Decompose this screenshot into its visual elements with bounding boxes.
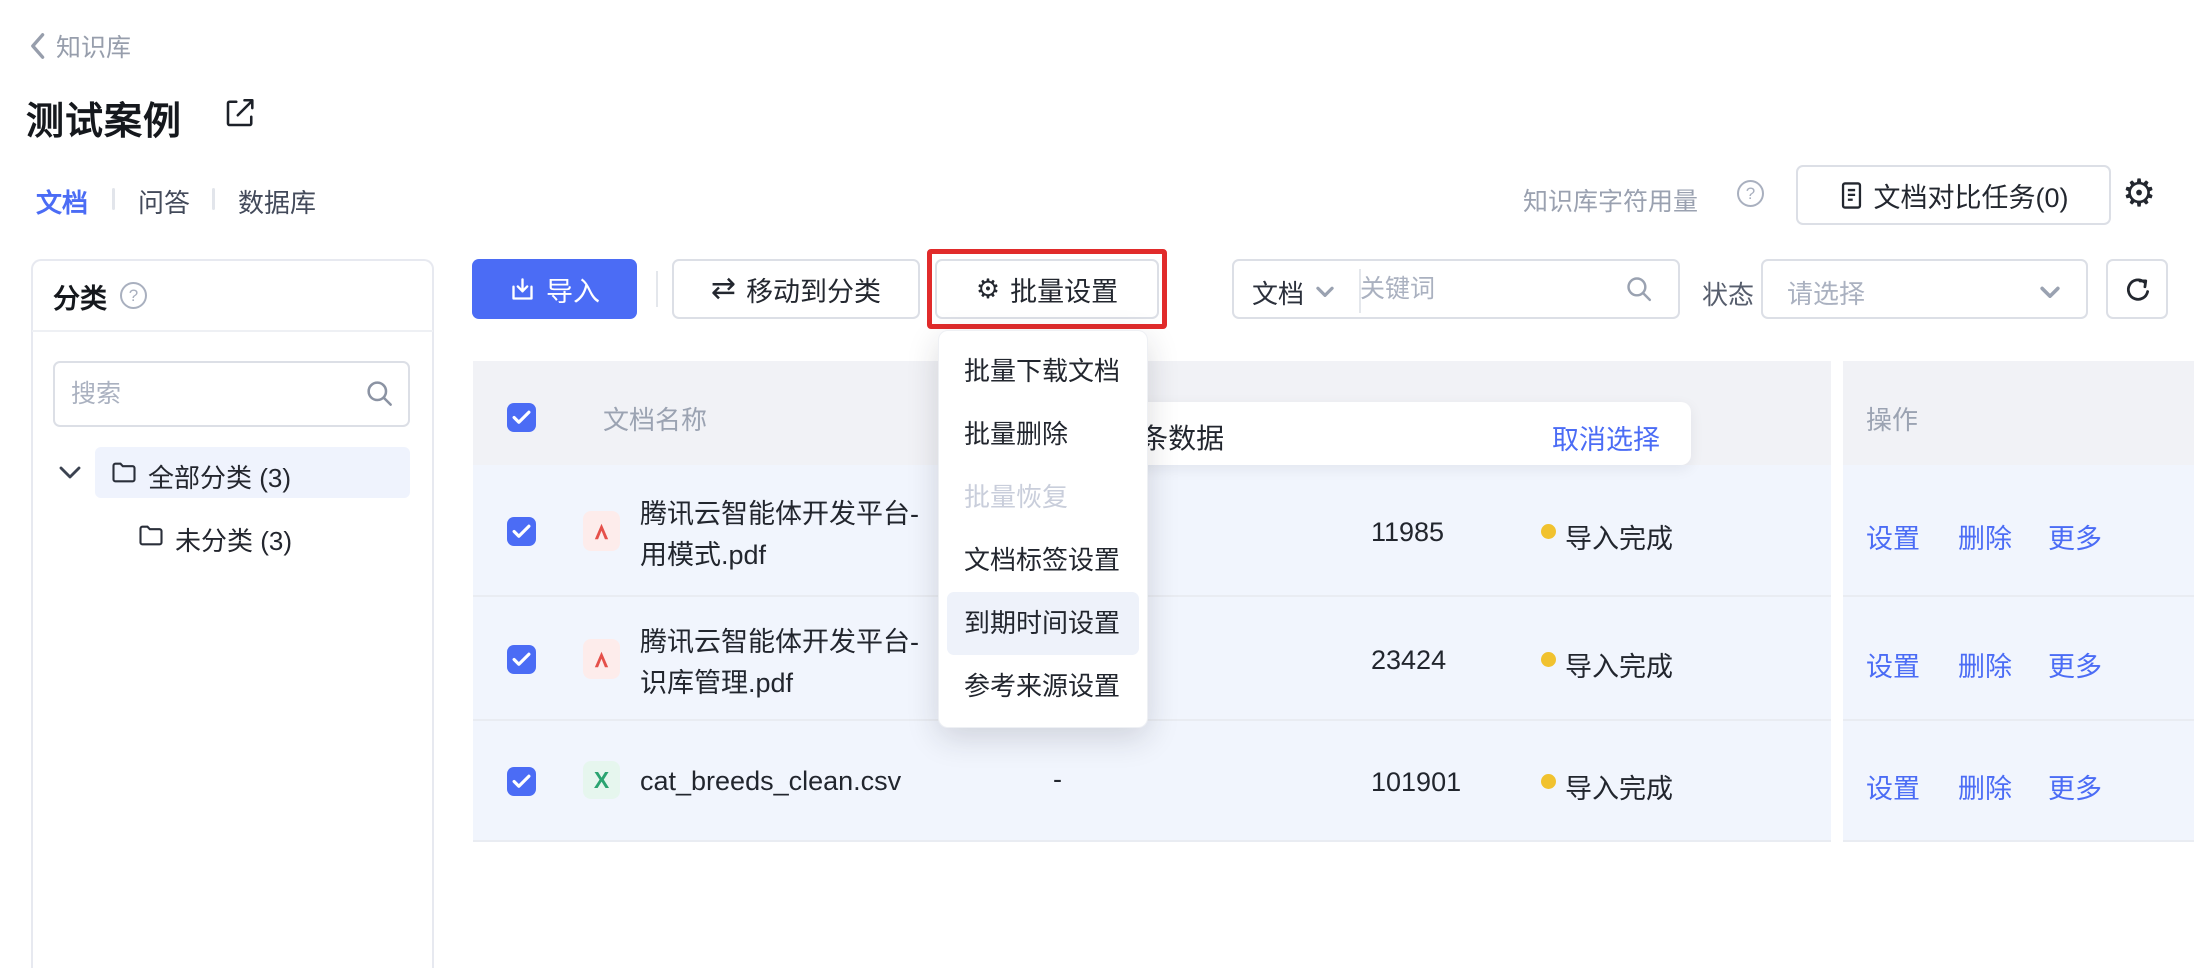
menu-item-batch-delete[interactable]: 批量删除 — [947, 403, 1139, 466]
doc-compare-task-label: 文档对比任务(0) — [1874, 176, 2069, 215]
status-text: 导入完成 — [1565, 517, 1673, 556]
status-select-placeholder: 请选择 — [1787, 274, 1865, 311]
chevron-down-icon[interactable] — [58, 465, 82, 480]
menu-item-reference-source-settings[interactable]: 参考来源设置 — [947, 655, 1139, 718]
row-action-settings[interactable]: 设置 — [1866, 517, 1920, 556]
import-icon — [509, 276, 536, 303]
tag-empty-dash: - — [1053, 764, 1062, 795]
row-action-more[interactable]: 更多 — [2048, 517, 2102, 556]
file-name-line2[interactable]: 用模式.pdf — [640, 533, 766, 572]
import-button[interactable]: 导入 — [472, 259, 637, 319]
chevron-left-icon — [28, 32, 46, 60]
menu-item-doc-tag-settings[interactable]: 文档标签设置 — [947, 529, 1139, 592]
row-checkbox[interactable] — [507, 645, 536, 674]
row-action-delete[interactable]: 删除 — [1958, 645, 2012, 684]
folder-icon — [137, 521, 165, 549]
edit-title-icon[interactable] — [222, 95, 258, 136]
row-action-more[interactable]: 更多 — [2048, 645, 2102, 684]
menu-item-batch-download[interactable]: 批量下载文档 — [947, 340, 1139, 403]
kb-usage-label: 知识库字符用量 — [1523, 182, 1698, 218]
move-arrows-icon: ⇄ — [711, 274, 736, 304]
tab-divider — [212, 188, 215, 210]
check-icon — [512, 410, 531, 425]
row-action-more[interactable]: 更多 — [2048, 767, 2102, 806]
batch-settings-button[interactable]: ⚙ 批量设置 — [935, 259, 1159, 319]
toolbar-divider — [656, 271, 658, 307]
tab-database[interactable]: 数据库 — [238, 183, 316, 220]
chevron-down-icon — [1316, 286, 1334, 297]
file-name[interactable]: cat_breeds_clean.csv — [640, 766, 901, 797]
row-action-settings[interactable]: 设置 — [1866, 645, 1920, 684]
import-label: 导入 — [546, 270, 600, 309]
column-header-actions: 操作 — [1866, 400, 1918, 437]
status-filter-label: 状态 — [1702, 275, 1754, 312]
char-count: 101901 — [1371, 767, 1461, 798]
usage-help-icon[interactable]: ? — [1737, 180, 1764, 207]
pdf-file-icon — [583, 639, 620, 679]
gear-icon: ⚙ — [976, 276, 1000, 303]
keyword-input[interactable] — [1360, 261, 1610, 317]
csv-file-icon: X — [583, 761, 620, 799]
status-text: 导入完成 — [1565, 645, 1673, 684]
page-title: 测试案例 — [26, 90, 182, 145]
batch-settings-menu: 批量下载文档 批量删除 批量恢复 文档标签设置 到期时间设置 参考来源设置 — [938, 330, 1148, 728]
select-all-checkbox[interactable] — [507, 403, 536, 432]
file-name-line1[interactable]: 腾讯云智能体开发平台- — [640, 620, 919, 659]
file-name-line2[interactable]: 识库管理.pdf — [640, 661, 793, 700]
breadcrumb-back[interactable]: 知识库 — [28, 28, 131, 64]
breadcrumb-label: 知识库 — [56, 28, 131, 64]
category-search-box — [53, 361, 410, 427]
column-header-name: 文档名称 — [603, 400, 707, 437]
search-icon[interactable] — [1624, 274, 1655, 305]
category-title: 分类 — [53, 277, 107, 316]
status-dot — [1541, 774, 1556, 789]
tree-node-all-label[interactable]: 全部分类 (3) — [148, 458, 291, 495]
row-action-settings[interactable]: 设置 — [1866, 767, 1920, 806]
tab-documents[interactable]: 文档 — [36, 183, 88, 220]
chevron-down-icon — [2040, 286, 2060, 298]
category-help-icon[interactable]: ? — [120, 282, 147, 309]
row-action-delete[interactable]: 删除 — [1958, 517, 2012, 556]
char-count: 11985 — [1371, 517, 1444, 548]
status-dot — [1541, 524, 1556, 539]
status-dot — [1541, 652, 1556, 667]
search-type-select[interactable]: 文档 — [1252, 274, 1304, 311]
menu-item-batch-restore: 批量恢复 — [947, 466, 1139, 529]
search-icon — [364, 378, 396, 410]
folder-icon — [110, 458, 138, 486]
settings-gear-icon[interactable]: ⚙ — [2122, 175, 2156, 213]
tab-qa[interactable]: 问答 — [138, 183, 190, 220]
clear-selection-link[interactable]: 取消选择 — [1552, 418, 1660, 457]
row-checkbox[interactable] — [507, 767, 536, 796]
row-checkbox[interactable] — [507, 517, 536, 546]
status-text: 导入完成 — [1565, 767, 1673, 806]
pdf-file-icon — [583, 511, 620, 551]
menu-item-expiry-time-settings[interactable]: 到期时间设置 — [947, 592, 1139, 655]
keyword-input-wrap — [1360, 261, 1610, 317]
status-select[interactable]: 请选择 — [1761, 259, 2088, 319]
char-count: 23424 — [1371, 645, 1446, 676]
panel-divider — [32, 330, 433, 332]
tab-divider — [112, 188, 115, 210]
row-action-delete[interactable]: 删除 — [1958, 767, 2012, 806]
tree-node-uncategorized-label[interactable]: 未分类 (3) — [175, 521, 292, 558]
category-search-input[interactable] — [55, 363, 408, 425]
batch-settings-label: 批量设置 — [1010, 270, 1118, 309]
refresh-button[interactable] — [2106, 259, 2168, 319]
document-icon — [1839, 181, 1864, 210]
move-to-category-label: 移动到分类 — [746, 270, 881, 309]
refresh-icon — [2122, 274, 2154, 306]
file-name-line1[interactable]: 腾讯云智能体开发平台- — [640, 492, 919, 531]
move-to-category-button[interactable]: ⇄ 移动到分类 — [672, 259, 920, 319]
doc-compare-task-button[interactable]: 文档对比任务(0) — [1796, 165, 2111, 225]
